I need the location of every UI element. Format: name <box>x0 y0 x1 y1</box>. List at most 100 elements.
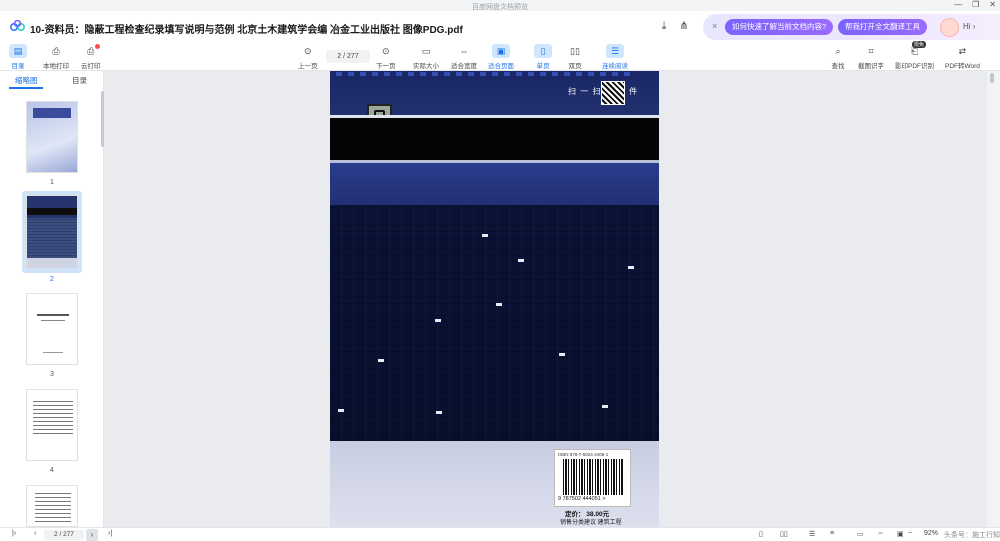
wall-light <box>482 234 488 237</box>
thumbnail-number: 4 <box>50 467 54 474</box>
fit-page-icon: ▣ <box>492 44 510 58</box>
single-page-button[interactable]: ▯ 单页 <box>534 44 552 70</box>
thumbnail-number: 3 <box>50 371 54 378</box>
fit-page-button[interactable]: ▣ 适合页面 <box>488 44 514 70</box>
ai-greeting[interactable]: Hi › <box>963 22 975 31</box>
screenshot-ocr-button[interactable]: ⌗ 截图识字 <box>858 44 884 71</box>
tab-thumbnails[interactable]: 缩略图 <box>15 75 38 86</box>
actual-size-icon[interactable]: ▭ <box>857 530 864 538</box>
crop-icon: ⌗ <box>868 45 874 56</box>
qr-code-icon <box>601 81 625 105</box>
convert-icon: ⇄ <box>958 45 967 56</box>
thumbnail-number: 1 <box>50 179 54 186</box>
thumb-text-line <box>43 352 63 353</box>
catalog-icon: ▤ <box>9 44 27 58</box>
thumb-title-block <box>33 108 71 118</box>
share-icon[interactable]: ⋔ <box>676 18 692 34</box>
sidebar-scrollbar[interactable] <box>101 91 104 147</box>
arrow-up-icon: ⊙ <box>303 45 312 56</box>
document-viewport[interactable]: 扫 一 扫 版 读 件 <box>105 71 986 527</box>
barcode-digits: 9 787502 444051 > <box>558 496 606 502</box>
status-page-indicator[interactable]: 2 / 277 <box>44 530 84 540</box>
continuous-icon[interactable]: ☰ <box>809 530 815 538</box>
zoom-out-icon[interactable]: − <box>908 530 912 537</box>
scroll-icon[interactable]: ≡ <box>830 530 834 537</box>
fit-page-icon[interactable]: ▣ <box>897 530 904 538</box>
ai-close-icon[interactable]: × <box>712 21 717 31</box>
category-text: 销售分类建议 建筑工程 <box>560 520 622 526</box>
single-page-icon[interactable]: ▯ <box>759 530 763 538</box>
cover-blue-band <box>330 163 659 205</box>
ai-prompt-summary[interactable]: 如何快速了解当前文档内容? <box>725 19 834 35</box>
wall-light <box>435 319 441 322</box>
thumbnail-number: 2 <box>50 276 54 283</box>
arrow-down-icon: ⊙ <box>381 45 390 56</box>
main-scrollbar[interactable] <box>987 71 1000 527</box>
header: 10-资料员：隐蔽工程检查纪录填写说明与范例 北京土木建筑学会编 冶金工业出版社… <box>0 11 1000 42</box>
ai-prompt-translate[interactable]: 帮我打开全文翻译工具 <box>838 19 927 35</box>
actual-size-button[interactable]: ▭ 实际大小 <box>413 44 439 71</box>
first-page-button[interactable]: |‹ <box>12 530 16 537</box>
window-controls: — ❐ ✕ <box>954 0 996 9</box>
wall-light <box>602 405 608 408</box>
ai-avatar[interactable] <box>940 18 959 37</box>
minimize-button[interactable]: — <box>954 0 962 9</box>
status-bar: |‹ ‹ 2 / 277 › ›| ▯ ▯▯ ☰ ≡ ▭ ⇔ ▣ − 92% 头… <box>0 527 1000 541</box>
grid-columns <box>330 205 659 441</box>
next-page-button-bottom[interactable]: › <box>86 529 98 541</box>
thumb-text-line <box>37 314 69 316</box>
wall-light <box>338 409 344 412</box>
continuous-icon: ☰ <box>606 44 624 58</box>
search-icon: ⌕ <box>835 45 841 56</box>
wall-light <box>496 303 502 306</box>
thumbnail-page-2[interactable] <box>26 195 78 268</box>
notification-dot <box>95 44 100 49</box>
wall-light <box>378 359 384 362</box>
thumb-grid <box>27 218 77 258</box>
close-window-button[interactable]: ✕ <box>989 0 996 9</box>
barcode-icon <box>563 459 623 495</box>
wall-light <box>436 411 442 414</box>
thumb-text-block <box>33 398 73 434</box>
prev-page-button[interactable]: ⊙ 上一页 <box>298 44 318 71</box>
pdf-to-word-button[interactable]: ⇄ PDF转Word <box>945 44 980 71</box>
barcode-box: ISBN 978-7-5024-4405-1 9 787502 444051 > <box>554 449 631 507</box>
thumb-footer <box>27 258 77 268</box>
maximize-button[interactable]: ❐ <box>972 0 979 9</box>
ai-assistant-panel: × 如何快速了解当前文档内容? 帮我打开全文翻译工具 Hi › <box>703 14 1000 40</box>
thumbnail-page-3[interactable] <box>26 293 78 365</box>
printer-icon: ⎙ <box>52 45 60 56</box>
document-page: 扫 一 扫 版 读 件 <box>330 71 659 527</box>
fit-width-icon[interactable]: ⇔ <box>877 530 884 537</box>
free-badge: 限免 <box>912 41 927 48</box>
local-print-button[interactable]: ⎙ 本地打印 <box>43 44 69 71</box>
search-button[interactable]: ⌕ 查找 <box>829 44 847 71</box>
thumbnail-page-4[interactable] <box>26 389 78 461</box>
thumbnail-page-1[interactable] <box>26 101 78 173</box>
last-page-button[interactable]: ›| <box>108 530 112 537</box>
catalog-button[interactable]: ▤ 目录 <box>9 44 27 70</box>
next-page-button[interactable]: ⊙ 下一页 <box>376 44 396 71</box>
cover-grid-wall <box>330 205 659 441</box>
double-page-button[interactable]: ▯▯ 双页 <box>566 44 584 71</box>
thumb-black-band <box>27 208 77 215</box>
blurred-title-strip <box>336 72 636 76</box>
thumbnail-page-5[interactable] <box>26 485 78 527</box>
continuous-read-button[interactable]: ☰ 连续阅读 <box>602 44 628 70</box>
double-page-icon: ▯▯ <box>570 45 580 56</box>
single-page-icon: ▯ <box>534 44 552 58</box>
window-title-bar: 百度网盘文档预览 — ❐ ✕ <box>0 0 1000 11</box>
document-title: 10-资料员：隐蔽工程检查纪录填写说明与范例 北京土木建筑学会编 冶金工业出版社… <box>30 25 463 36</box>
scrollbar-thumb[interactable] <box>990 73 994 83</box>
fit-width-button[interactable]: ⇔ 适合宽度 <box>451 44 477 70</box>
app-window: 百度网盘文档预览 — ❐ ✕ 10-资料员：隐蔽工程检查纪录填写说明与范例 北京… <box>0 0 1000 541</box>
page-number-input[interactable]: 2 / 277 <box>326 50 370 63</box>
wall-light <box>518 259 524 262</box>
download-icon[interactable]: ⤓ <box>656 18 672 34</box>
wall-light <box>628 266 634 269</box>
cover-black-band <box>330 118 659 160</box>
prev-page-button-bottom[interactable]: ‹ <box>34 530 36 537</box>
tab-catalog[interactable]: 目录 <box>72 75 87 86</box>
double-page-icon[interactable]: ▯▯ <box>780 530 788 538</box>
watermark-text: 头条号：施工行知 <box>944 532 1000 539</box>
